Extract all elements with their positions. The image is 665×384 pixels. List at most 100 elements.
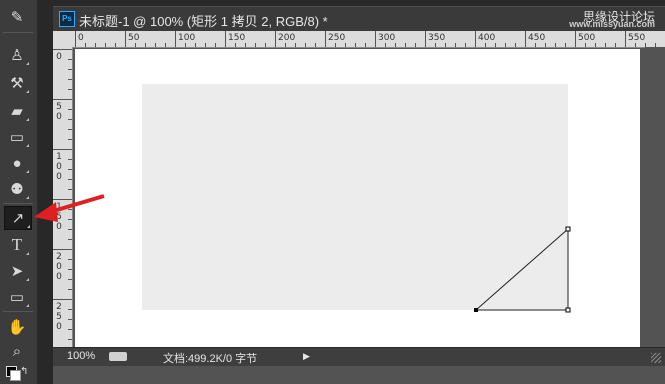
ruler-tick [68,89,72,90]
ruler-label: 100 [56,152,62,182]
ruler-tick [68,289,72,290]
ruler-tick [395,43,396,47]
panel-gutter [38,0,53,384]
ruler-tick [68,119,72,120]
ruler-tick [53,149,72,150]
triangle-shape[interactable] [474,227,569,311]
ruler-tick [68,239,72,240]
ruler-origin[interactable] [53,31,74,48]
ruler-tick [315,43,316,47]
ruler-tick [68,259,72,260]
swap-colors-icon[interactable]: ↰ [20,366,28,377]
dodge-tool[interactable]: ⚉ [4,178,30,200]
ruler-tick [365,43,366,47]
ruler-tick [285,43,286,47]
ruler-tick [68,339,72,340]
type-tool[interactable]: T [4,234,30,256]
zoom-tool[interactable]: ⌕ [4,340,30,362]
ruler-tick [225,31,226,47]
ruler-tick [535,43,536,47]
ruler-tick [68,279,72,280]
ruler-tick [68,319,72,320]
document-title[interactable]: 未标题-1 @ 100% (矩形 1 拷贝 2, RGB/8) * [79,11,328,30]
type-icon: T [11,235,23,254]
color-swatches[interactable]: ↰ [6,364,28,381]
ruler-tick [295,43,296,47]
workspace-background [53,366,665,384]
ruler-tick [68,159,72,160]
ruler-tick [425,31,426,47]
ruler-label: 250 [328,33,346,43]
ruler-tick [605,43,606,47]
path-selection-icon: ➤ [10,263,24,280]
ruler-tick [615,43,616,47]
gradient-icon: ▭ [9,129,25,146]
ruler-label: 50 [56,102,62,122]
ruler-tick [68,109,72,110]
ruler-tick [175,31,176,47]
ruler-tick [95,43,96,47]
pen-tool[interactable]: ↗ [4,206,32,230]
ruler-label: 50 [128,33,140,43]
ruler-tick [465,43,466,47]
resize-grip-icon[interactable] [651,353,661,363]
ruler-tick [575,31,576,47]
anchor-point-selected[interactable] [474,308,478,312]
ruler-tick [255,43,256,47]
gradient-tool[interactable]: ▭ [4,126,30,148]
eraser-icon: ▰ [11,103,23,120]
eraser-tool[interactable]: ▰ [4,100,30,122]
ruler-tick [185,43,186,47]
zoom-icon: ⌕ [12,342,22,360]
ruler-tick [165,43,166,47]
ruler-tick [68,129,72,130]
vertical-ruler[interactable]: 0 50 100 150 200 250 [53,47,73,347]
status-bar: 100% 文档:499.2K/0 字节 ▶ [53,347,665,366]
triangle-path[interactable] [75,49,640,347]
ruler-tick [68,59,72,60]
hand-tool[interactable]: ✋ [4,316,30,338]
vertical-scrollbar[interactable] [645,47,665,347]
ruler-label: 250 [56,302,62,332]
ruler-tick [565,43,566,47]
ruler-label: 500 [578,33,596,43]
ruler-tick [495,43,496,47]
history-brush-tool[interactable]: ⚒ [4,72,30,94]
clone-stamp-tool[interactable]: ♙ [4,44,30,66]
ruler-tick [68,189,72,190]
pen-icon: ↗ [11,210,25,227]
ruler-tick [405,43,406,47]
brush-tool[interactable]: ✎ [4,6,30,28]
ruler-label: 0 [56,52,62,62]
ruler-tick [68,209,72,210]
ruler-tick [53,99,72,100]
ruler-tick [205,43,206,47]
rectangle-tool[interactable]: ▭ [4,286,30,308]
ruler-tick [545,43,546,47]
status-menu-arrow-icon[interactable]: ▶ [303,351,310,362]
anchor-point[interactable] [565,307,571,313]
history-brush-icon: ⚒ [10,75,24,92]
ruler-tick [525,31,526,47]
ruler-tick [555,43,556,47]
ruler-label: 450 [528,33,546,43]
tool-divider [3,203,33,204]
ruler-label: 300 [378,33,396,43]
document-canvas[interactable] [75,49,640,347]
blur-tool[interactable]: ● [4,152,30,174]
ruler-tick [385,43,386,47]
anchor-point[interactable] [565,226,571,232]
canvas-area[interactable]: 0 50 100 150 200 250 300 350 400 450 500 550 0 50 100… [53,31,665,347]
horizontal-ruler[interactable]: 0 50 100 150 200 250 300 350 400 450 500 550 [73,31,665,48]
document-tab[interactable]: Ps 未标题-1 @ 100% (矩形 1 拷贝 2, RGB/8) * 思缘设… [53,6,665,31]
ruler-tick [635,43,636,47]
zoom-level[interactable]: 100% [67,350,95,362]
ruler-tick [68,269,72,270]
brush-icon: ✎ [10,9,24,26]
ruler-tick [485,43,486,47]
ruler-tick [53,199,72,200]
ruler-tick [53,299,72,300]
path-selection-tool[interactable]: ➤ [4,260,30,282]
ruler-tick [375,31,376,47]
ruler-tick [595,43,596,47]
